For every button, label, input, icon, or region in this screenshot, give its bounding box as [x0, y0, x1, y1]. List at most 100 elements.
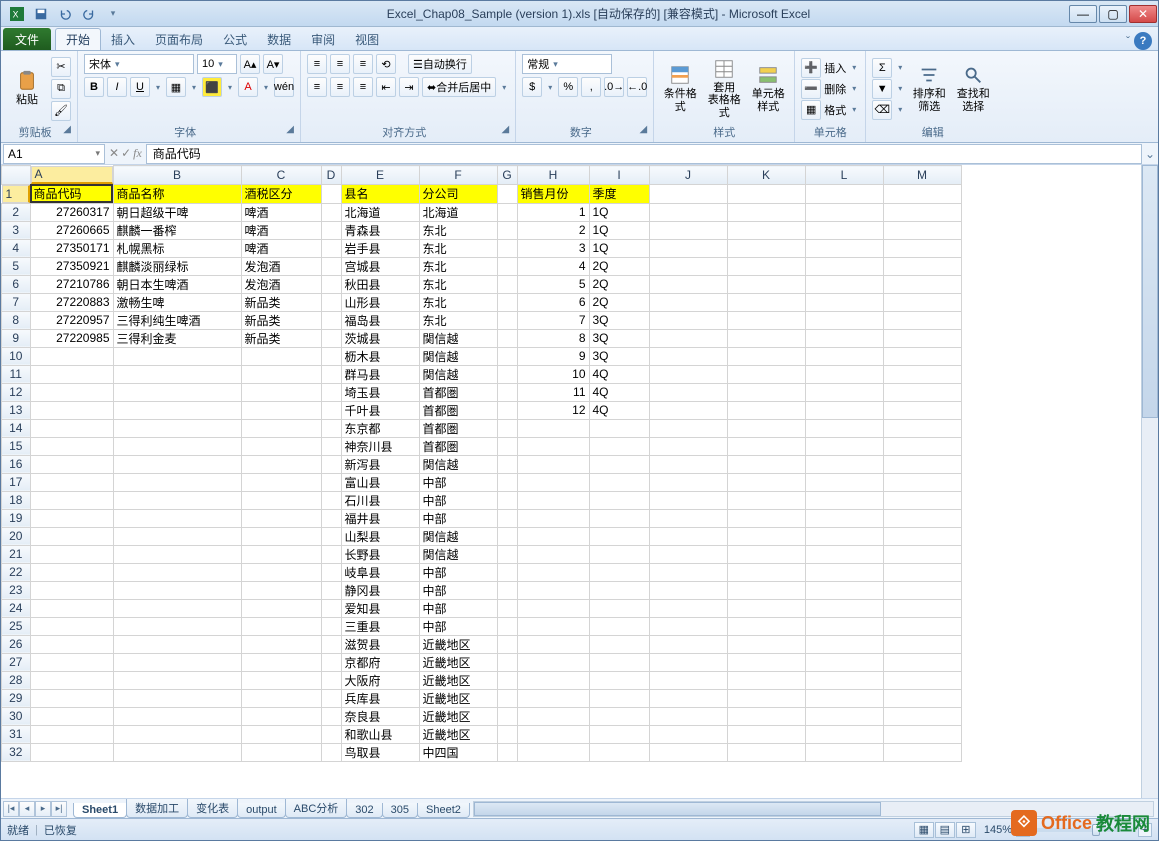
font-launcher-icon[interactable]: ◢: [286, 124, 294, 135]
align-launcher-icon[interactable]: ◢: [502, 124, 510, 135]
cell-E11[interactable]: 群马县: [341, 365, 419, 383]
cell-M19[interactable]: [883, 509, 961, 527]
cell-G31[interactable]: [497, 725, 517, 743]
cell-G12[interactable]: [497, 383, 517, 401]
cell-L18[interactable]: [805, 491, 883, 509]
cell-I30[interactable]: [589, 707, 649, 725]
copy-icon[interactable]: ⧉: [51, 79, 71, 99]
cell-F23[interactable]: 中部: [419, 581, 497, 599]
cell-H23[interactable]: [517, 581, 589, 599]
cell-E8[interactable]: 福岛县: [341, 311, 419, 329]
cell-A31[interactable]: [30, 725, 113, 743]
cell-H26[interactable]: [517, 635, 589, 653]
cell-D6[interactable]: [321, 275, 341, 293]
font-color-button[interactable]: A: [238, 77, 258, 97]
cell-M15[interactable]: [883, 437, 961, 455]
cell-M23[interactable]: [883, 581, 961, 599]
cell-A7[interactable]: 27220883: [30, 293, 113, 311]
cell-K6[interactable]: [727, 275, 805, 293]
row-header-19[interactable]: 19: [2, 509, 31, 527]
cell-F15[interactable]: 首都圏: [419, 437, 497, 455]
col-header-G[interactable]: G: [497, 166, 517, 185]
cell-A6[interactable]: 27210786: [30, 275, 113, 293]
cell-M13[interactable]: [883, 401, 961, 419]
close-button[interactable]: ✕: [1129, 5, 1157, 23]
cell-I18[interactable]: [589, 491, 649, 509]
tab-formulas[interactable]: 公式: [213, 28, 257, 50]
cell-B11[interactable]: [113, 365, 241, 383]
cell-I7[interactable]: 2Q: [589, 293, 649, 311]
cell-M2[interactable]: [883, 203, 961, 221]
cell-M22[interactable]: [883, 563, 961, 581]
cell-F4[interactable]: 东北: [419, 239, 497, 257]
row-header-25[interactable]: 25: [2, 617, 31, 635]
cell-G27[interactable]: [497, 653, 517, 671]
cell-F1[interactable]: 分公司: [419, 184, 497, 203]
cell-M21[interactable]: [883, 545, 961, 563]
cell-I13[interactable]: 4Q: [589, 401, 649, 419]
cell-E6[interactable]: 秋田县: [341, 275, 419, 293]
cell-L26[interactable]: [805, 635, 883, 653]
cell-E1[interactable]: 县名: [341, 184, 419, 203]
cell-F12[interactable]: 首都圏: [419, 383, 497, 401]
cell-A17[interactable]: [30, 473, 113, 491]
cell-E32[interactable]: 鸟取县: [341, 743, 419, 761]
cell-E14[interactable]: 东京都: [341, 419, 419, 437]
cell-C32[interactable]: [241, 743, 321, 761]
cell-C2[interactable]: 啤酒: [241, 203, 321, 221]
cell-I2[interactable]: 1Q: [589, 203, 649, 221]
cell-L11[interactable]: [805, 365, 883, 383]
cell-A32[interactable]: [30, 743, 113, 761]
cell-H4[interactable]: 3: [517, 239, 589, 257]
cell-A11[interactable]: [30, 365, 113, 383]
cell-D30[interactable]: [321, 707, 341, 725]
cell-B10[interactable]: [113, 347, 241, 365]
cell-D31[interactable]: [321, 725, 341, 743]
cell-G10[interactable]: [497, 347, 517, 365]
cell-G14[interactable]: [497, 419, 517, 437]
cell-D1[interactable]: [321, 184, 341, 203]
cell-E12[interactable]: 埼玉县: [341, 383, 419, 401]
cell-C28[interactable]: [241, 671, 321, 689]
cell-K9[interactable]: [727, 329, 805, 347]
cell-J23[interactable]: [649, 581, 727, 599]
autosum-dropdown-icon[interactable]: ▾: [895, 63, 905, 72]
cell-D4[interactable]: [321, 239, 341, 257]
cell-J3[interactable]: [649, 221, 727, 239]
cell-B31[interactable]: [113, 725, 241, 743]
cell-J7[interactable]: [649, 293, 727, 311]
cell-I19[interactable]: [589, 509, 649, 527]
cell-G25[interactable]: [497, 617, 517, 635]
cell-C7[interactable]: 新品类: [241, 293, 321, 311]
cell-A14[interactable]: [30, 419, 113, 437]
cell-C30[interactable]: [241, 707, 321, 725]
sheet-tab-output[interactable]: output: [237, 803, 286, 818]
cell-B27[interactable]: [113, 653, 241, 671]
decrease-decimal-icon[interactable]: ←.0: [627, 77, 647, 97]
cell-A3[interactable]: 27260665: [30, 221, 113, 239]
cell-F32[interactable]: 中四国: [419, 743, 497, 761]
align-bottom-icon[interactable]: ≡: [353, 54, 373, 74]
cell-E3[interactable]: 青森县: [341, 221, 419, 239]
cell-D19[interactable]: [321, 509, 341, 527]
cell-J17[interactable]: [649, 473, 727, 491]
cell-I9[interactable]: 3Q: [589, 329, 649, 347]
cell-L32[interactable]: [805, 743, 883, 761]
cell-J30[interactable]: [649, 707, 727, 725]
cell-D23[interactable]: [321, 581, 341, 599]
cell-A13[interactable]: [30, 401, 113, 419]
cell-A19[interactable]: [30, 509, 113, 527]
cell-A12[interactable]: [30, 383, 113, 401]
cell-L14[interactable]: [805, 419, 883, 437]
row-header-26[interactable]: 26: [2, 635, 31, 653]
page-layout-view-icon[interactable]: ▤: [935, 822, 955, 838]
align-left-icon[interactable]: ≡: [307, 77, 327, 97]
cell-I12[interactable]: 4Q: [589, 383, 649, 401]
cell-M4[interactable]: [883, 239, 961, 257]
fill-dropdown-icon[interactable]: ▾: [225, 83, 235, 92]
cell-I25[interactable]: [589, 617, 649, 635]
cell-L22[interactable]: [805, 563, 883, 581]
cell-I29[interactable]: [589, 689, 649, 707]
cell-E31[interactable]: 和歌山县: [341, 725, 419, 743]
cell-M29[interactable]: [883, 689, 961, 707]
